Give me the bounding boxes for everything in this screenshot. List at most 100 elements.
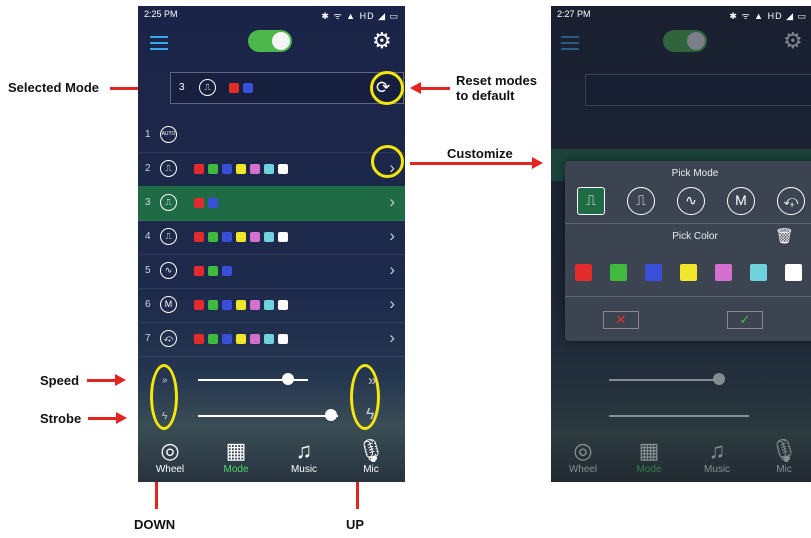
double-hump-icon[interactable]: M	[727, 187, 755, 215]
square-wave-icon[interactable]: ⎍	[577, 187, 605, 215]
color-option[interactable]	[610, 264, 627, 281]
mode-row[interactable]: 7 ⤽ ›	[138, 322, 405, 357]
mic-icon: 🎙	[357, 438, 385, 463]
annotation-arrowhead	[115, 374, 126, 386]
tab-label: Mic	[363, 464, 379, 475]
tab-music: ♫ Music	[703, 438, 731, 475]
tab-mic: 🎙 Mic	[770, 438, 798, 475]
chevron-right-icon[interactable]: ›	[389, 260, 395, 280]
color-option[interactable]	[785, 264, 802, 281]
tab-label: Mode	[223, 464, 249, 475]
status-icons: ✱ ᯤ ▲ HD ◢ ▭	[729, 11, 807, 21]
status-time: 2:25 PM	[144, 9, 178, 19]
color-swatch	[208, 334, 218, 344]
color-swatch	[194, 334, 204, 344]
color-swatch	[264, 300, 274, 310]
color-swatch	[208, 266, 218, 276]
speed-slider-knob[interactable]	[282, 373, 295, 385]
sine-wave-icon[interactable]: ∿	[677, 187, 705, 215]
tab-mode[interactable]: ▦ Mode	[206, 438, 266, 475]
mode-row[interactable]: 6 M ›	[138, 288, 405, 323]
gear-icon: ⚙	[783, 28, 803, 53]
color-swatch	[243, 83, 253, 93]
color-swatch	[194, 198, 204, 208]
color-swatch	[194, 266, 204, 276]
trash-icon[interactable]: 🗑	[775, 227, 794, 245]
annotation-reset-modes: Reset modes to default	[456, 73, 537, 103]
mode-row[interactable]: 2 ⎍ ›	[138, 152, 405, 187]
pulse-icon: ⎍	[199, 79, 216, 96]
color-swatch	[278, 164, 288, 174]
color-swatch	[250, 300, 260, 310]
customize-dialog: Pick Mode ⎍ ⎍ ∿ M ⤽ Pick Color 🗑 ✕ ✓	[565, 161, 811, 341]
annotation-arrow-line	[420, 87, 450, 90]
color-swatch	[250, 164, 260, 174]
selected-mode-number: 3	[179, 82, 185, 93]
color-swatch	[264, 334, 274, 344]
power-toggle[interactable]	[248, 30, 292, 52]
tab-label: Wheel	[155, 464, 185, 475]
confirm-button[interactable]: ✓	[727, 311, 763, 329]
color-swatch	[264, 164, 274, 174]
mode-row-number: 3	[145, 197, 151, 208]
color-option[interactable]	[750, 264, 767, 281]
mode-row[interactable]: 5 ∿ ›	[138, 254, 405, 289]
mode-row-number: 5	[145, 265, 151, 276]
color-swatch	[222, 164, 232, 174]
tab-wheel[interactable]: ◎ Wheel	[140, 438, 200, 475]
color-swatch	[236, 164, 246, 174]
menu-icon[interactable]	[150, 36, 168, 50]
strobe-slider-knob[interactable]	[325, 409, 337, 421]
chevron-right-icon[interactable]: ›	[389, 226, 395, 246]
mode-row-number: 4	[145, 231, 151, 242]
color-swatch	[208, 232, 218, 242]
color-swatch	[278, 232, 288, 242]
square-wave-icon: ⎍	[160, 160, 177, 177]
color-swatch	[278, 334, 288, 344]
cancel-button[interactable]: ✕	[603, 311, 639, 329]
pick-mode-title: Pick Mode	[671, 168, 719, 179]
sawtooth-icon[interactable]: ⤽	[777, 187, 805, 215]
tab-music[interactable]: ♫ Music	[274, 438, 334, 475]
annotation-arrowhead	[532, 157, 543, 169]
mode-row[interactable]: 3 ⎍ ›	[138, 186, 405, 221]
chevron-right-icon[interactable]: ›	[389, 328, 395, 348]
color-option[interactable]	[575, 264, 592, 281]
double-hump-icon: M	[160, 296, 177, 313]
mode-row-number: 7	[145, 333, 151, 344]
tab-label: Music	[290, 464, 318, 475]
color-swatch	[194, 300, 204, 310]
color-swatch	[194, 164, 204, 174]
chevron-right-icon[interactable]: ›	[389, 294, 395, 314]
highlight-customize	[371, 145, 404, 178]
pulse-icon: ⎍	[160, 194, 177, 211]
mode-row-number: 1	[145, 129, 151, 140]
strobe-slider[interactable]	[198, 415, 338, 417]
color-option[interactable]	[680, 264, 697, 281]
color-option[interactable]	[715, 264, 732, 281]
pulse-icon[interactable]: ⎍	[627, 187, 655, 215]
mode-icon: ▦	[225, 438, 247, 463]
color-swatch	[222, 232, 232, 242]
annotation-arrow-line	[87, 379, 117, 382]
annotation-arrowhead	[410, 82, 421, 94]
wheel-icon: ◎	[160, 438, 180, 463]
annotation-selected-mode: Selected Mode	[8, 80, 100, 95]
status-time: 2:27 PM	[557, 9, 591, 19]
sine-wave-icon: ∿	[160, 262, 177, 279]
annotation-arrow-line	[88, 417, 118, 420]
selected-mode-box: 3 ⎍ ⟳	[170, 72, 404, 104]
color-swatch	[208, 198, 218, 208]
mode-row[interactable]: 1 AUTO	[138, 118, 405, 153]
status-bar: 2:27 PM ✱ ᯤ ▲ HD ◢ ▭	[551, 6, 811, 22]
chevron-right-icon[interactable]: ›	[389, 192, 395, 212]
mode-row[interactable]: 4 ⎍ ›	[138, 220, 405, 255]
music-icon: ♫	[295, 438, 313, 463]
strobe-slider	[609, 415, 749, 417]
color-swatch	[194, 232, 204, 242]
tab-mic[interactable]: 🎙 Mic	[341, 438, 401, 475]
color-swatch	[229, 83, 239, 93]
gear-icon[interactable]: ⚙	[372, 30, 392, 52]
annotation-arrow-line	[410, 162, 535, 165]
color-option[interactable]	[645, 264, 662, 281]
